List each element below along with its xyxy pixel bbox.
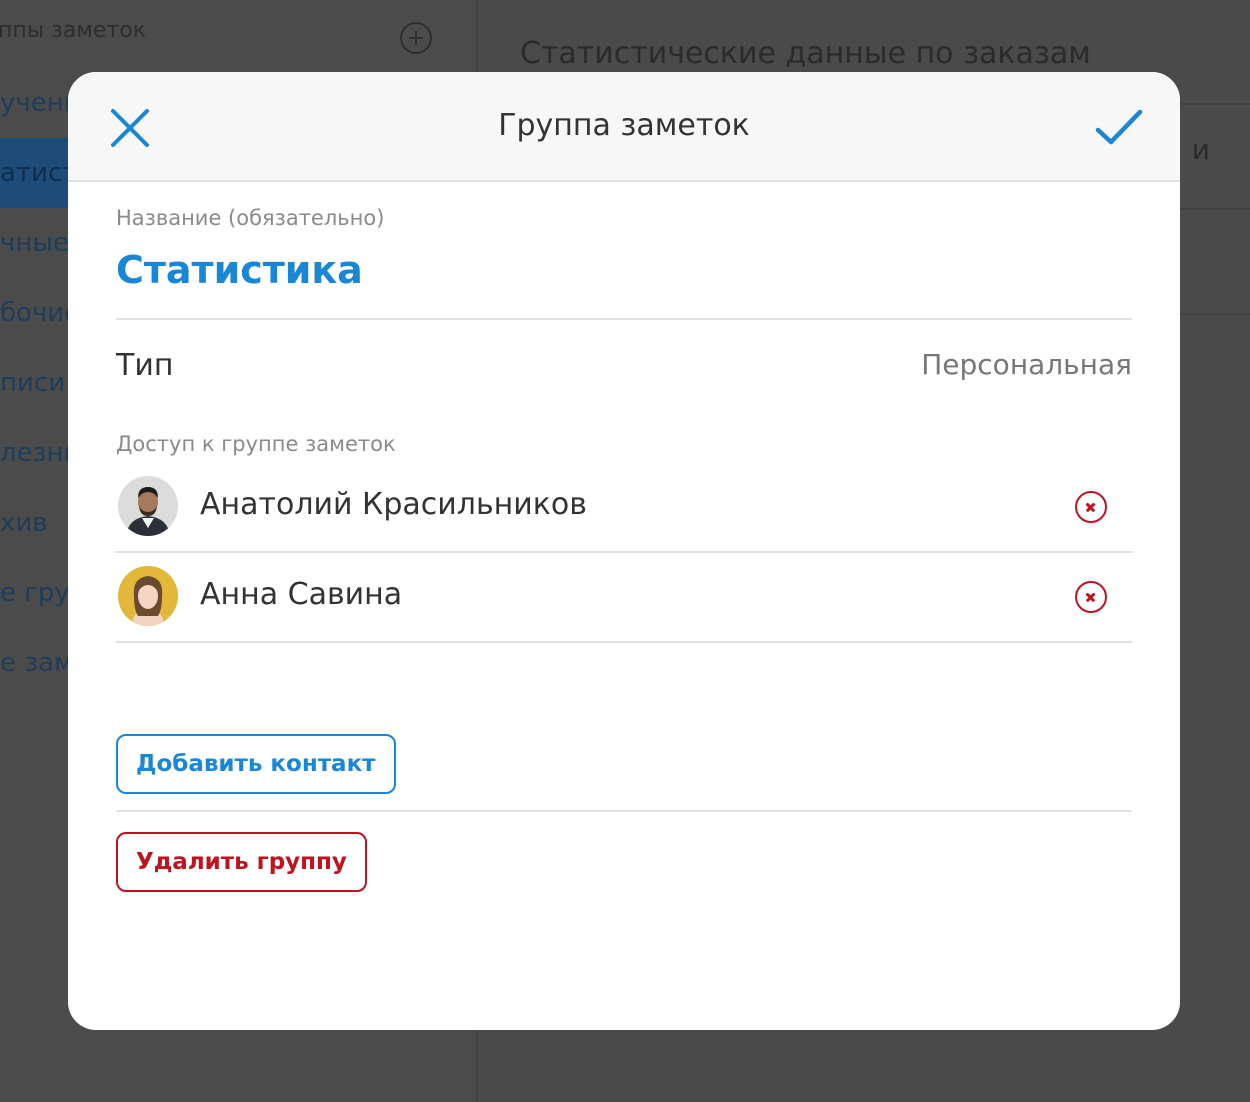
divider — [116, 318, 1132, 320]
checkmark-icon[interactable] — [1094, 106, 1144, 150]
background-sidebar-header: ппы заметок — [0, 10, 478, 54]
contact-row: Анна Савина — [116, 551, 1132, 641]
name-field-input[interactable]: Статистика — [116, 248, 363, 292]
divider — [116, 641, 1132, 643]
background-sidebar-title: ппы заметок — [0, 18, 147, 43]
note-group-modal: Группа заметок Название (обязательно) Ст… — [68, 72, 1180, 1030]
divider — [116, 810, 1132, 812]
remove-contact-icon[interactable] — [1075, 581, 1107, 613]
contact-name: Анатолий Красильников — [200, 487, 587, 522]
modal-title: Группа заметок — [498, 108, 750, 143]
add-contact-button[interactable]: Добавить контакт — [116, 734, 396, 794]
access-label: Доступ к группе заметок — [116, 432, 396, 456]
avatar — [118, 566, 178, 626]
avatar — [118, 476, 178, 536]
background-main-row-text: и — [1191, 133, 1210, 166]
contact-name: Анна Савина — [200, 577, 403, 612]
add-group-icon — [400, 22, 432, 54]
type-selector[interactable]: Персональная — [921, 348, 1132, 381]
contact-row: Анатолий Красильников — [116, 461, 1132, 551]
modal-header: Группа заметок — [68, 72, 1180, 182]
remove-contact-icon[interactable] — [1075, 491, 1107, 523]
type-label: Тип — [116, 348, 174, 383]
delete-group-button[interactable]: Удалить группу — [116, 832, 367, 892]
name-field-label: Название (обязательно) — [116, 206, 385, 230]
